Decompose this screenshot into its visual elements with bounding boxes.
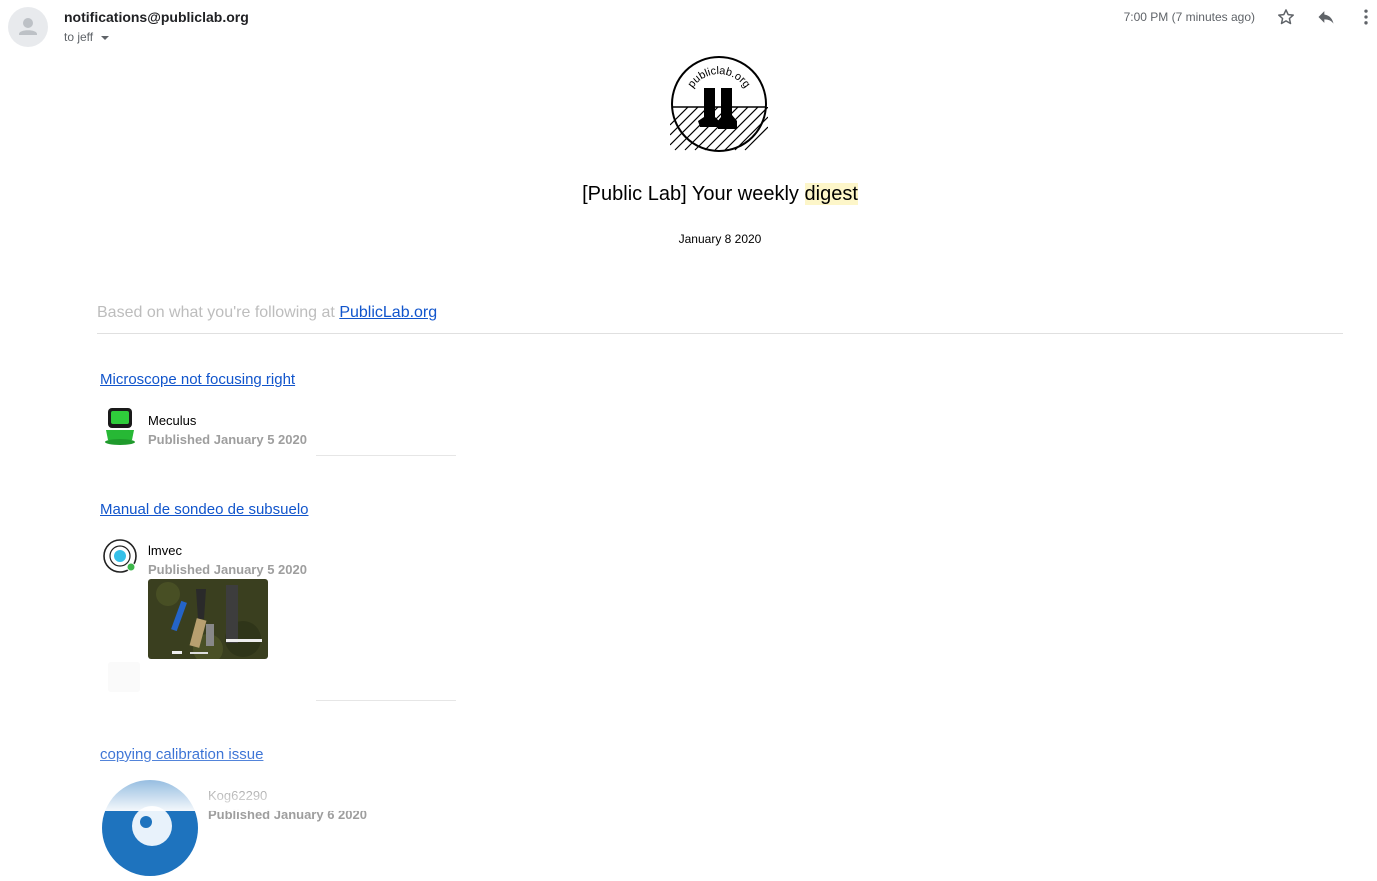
post-thumbnail-image[interactable]: [148, 579, 268, 659]
recipient-label: to jeff: [64, 30, 94, 44]
chevron-down-icon: [101, 36, 110, 40]
sent-time: 7:00 PM (7 minutes ago): [1123, 10, 1255, 24]
author-name: Meculus: [148, 413, 197, 428]
post-title-link[interactable]: Manual de sondeo de subsuelo: [100, 501, 309, 518]
author-avatar[interactable]: [102, 538, 138, 574]
publiclab-logo: publiclab.org: [670, 55, 768, 153]
star-icon[interactable]: [1275, 6, 1297, 28]
title-prefix: [Public Lab] Your weekly: [582, 183, 805, 205]
author-name: Kog62290: [208, 788, 268, 803]
more-vertical-icon[interactable]: [1355, 6, 1377, 28]
intro-label: Based on what you're following at: [97, 304, 340, 321]
person-icon: [19, 18, 37, 35]
published-date: Published January 6 2020: [208, 807, 367, 822]
post-title-link[interactable]: Microscope not focusing right: [100, 371, 295, 388]
sender-avatar[interactable]: [8, 7, 48, 47]
sender-address: notifications@publiclab.org: [64, 9, 249, 25]
title-highlight: digest: [804, 183, 858, 205]
post-separator: [316, 455, 456, 456]
published-date: Published January 5 2020: [148, 432, 307, 447]
publiclab-link[interactable]: PublicLab.org: [339, 304, 437, 321]
author-avatar[interactable]: [102, 780, 198, 876]
author-avatar[interactable]: [102, 406, 138, 446]
email-title: [Public Lab] Your weekly digest: [0, 183, 1377, 206]
reply-icon[interactable]: [1315, 6, 1337, 28]
digest-date: January 8 2020: [678, 232, 762, 246]
post-separator: [316, 700, 456, 701]
author-name: lmvec: [148, 543, 182, 558]
recipient-dropdown[interactable]: to jeff: [64, 30, 110, 44]
divider: [97, 333, 1343, 334]
published-date: Published January 5 2020: [148, 562, 307, 577]
intro-text: Based on what you're following at Public…: [97, 304, 437, 322]
post-title-link[interactable]: copying calibration issue: [100, 746, 263, 763]
image-placeholder: [108, 662, 140, 692]
